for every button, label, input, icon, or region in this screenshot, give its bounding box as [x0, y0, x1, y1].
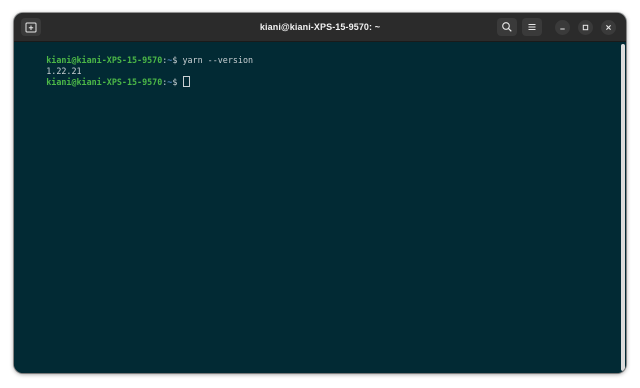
- search-button[interactable]: [497, 18, 517, 36]
- scrollbar-thumb[interactable]: [621, 44, 625, 371]
- hamburger-menu-icon: [528, 24, 536, 30]
- terminal-line: kiani@kiani-XPS-15-9570:~$ yarn --versio…: [16, 44, 620, 65]
- menu-button[interactable]: [522, 18, 542, 36]
- maximize-button[interactable]: [578, 20, 593, 35]
- minimize-icon: [560, 28, 565, 30]
- vertical-scrollbar[interactable]: [620, 42, 626, 373]
- title-bar[interactable]: kiani@kiani-XPS-15-9570: ~: [14, 13, 626, 42]
- terminal-line: kiani@kiani-XPS-15-9570:~$: [16, 66, 620, 88]
- prompt-user-host: kiani@kiani-XPS-15-9570: [46, 54, 163, 65]
- maximize-icon: [582, 24, 589, 31]
- terminal-output: 1.22.21: [46, 65, 82, 76]
- search-icon: [502, 22, 512, 32]
- prompt-symbol: $: [172, 54, 183, 65]
- text-cursor: [183, 76, 191, 88]
- prompt-symbol: $: [172, 77, 183, 88]
- close-icon: [606, 25, 611, 30]
- terminal-output-area[interactable]: kiani@kiani-XPS-15-9570:~$ yarn --versio…: [14, 42, 620, 373]
- close-button[interactable]: [601, 20, 616, 35]
- prompt-user-host: kiani@kiani-XPS-15-9570: [46, 77, 163, 88]
- minimize-button[interactable]: [555, 20, 570, 35]
- terminal-command: yarn --version: [182, 54, 254, 65]
- terminal-window: kiani@kiani-XPS-15-9570: ~ kiani@kiani-X…: [14, 13, 626, 373]
